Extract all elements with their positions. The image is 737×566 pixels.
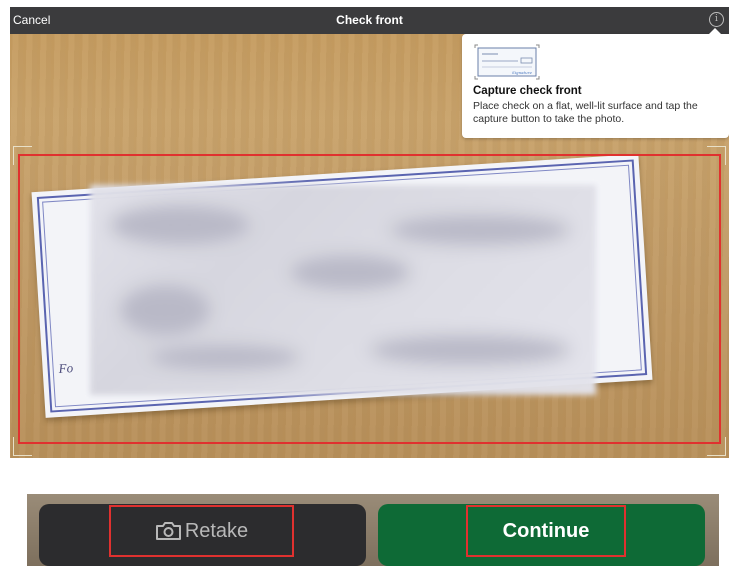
check-highlight-box bbox=[18, 154, 721, 444]
tooltip-text: Place check on a flat, well-lit surface … bbox=[473, 100, 698, 125]
top-bar: Cancel Check front i bbox=[10, 7, 729, 34]
check-illustration-icon: Signature bbox=[474, 44, 540, 80]
retake-label: Retake bbox=[184, 519, 249, 542]
signature-label: Signature bbox=[512, 70, 533, 75]
info-icon[interactable]: i bbox=[709, 12, 724, 27]
camera-screen: Cancel Check front i Fo Signature Captur… bbox=[10, 7, 729, 458]
retake-highlight[interactable]: Retake bbox=[109, 505, 294, 557]
continue-button[interactable]: Continue bbox=[378, 504, 705, 566]
page-title: Check front bbox=[336, 13, 403, 27]
capture-tooltip: Signature Capture check front Place chec… bbox=[462, 28, 729, 138]
camera-icon bbox=[155, 522, 181, 540]
retake-button[interactable]: Retake bbox=[39, 504, 366, 566]
tooltip-title: Capture check front bbox=[473, 85, 582, 97]
continue-label: Continue bbox=[502, 519, 590, 542]
continue-highlight[interactable]: Continue bbox=[466, 505, 626, 557]
action-bar: Retake Continue bbox=[27, 494, 719, 566]
